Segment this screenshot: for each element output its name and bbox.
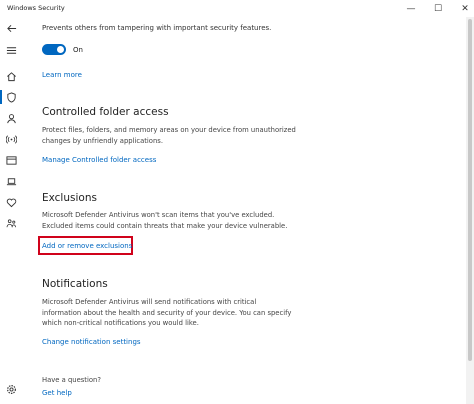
- minimize-icon: —: [406, 3, 416, 14]
- maximize-button[interactable]: ☐: [424, 0, 452, 17]
- controlled-folder-heading: Controlled folder access: [42, 106, 169, 118]
- exclusions-description: Microsoft Defender Antivirus won't scan …: [42, 210, 422, 231]
- controlled-folder-line-2: changes by unfriendly applications.: [42, 136, 163, 145]
- person-icon[interactable]: [0, 110, 22, 126]
- notifications-line-1: Microsoft Defender Antivirus will send n…: [42, 298, 257, 306]
- close-icon: ✕: [461, 3, 469, 14]
- manage-controlled-folder-link[interactable]: Manage Controlled folder access: [42, 156, 156, 164]
- exclusions-line-1: Microsoft Defender Antivirus won't scan …: [42, 211, 275, 219]
- window-title: Windows Security: [7, 4, 65, 12]
- main-content: Prevents others from tampering with impo…: [38, 17, 462, 404]
- home-icon[interactable]: [0, 68, 22, 84]
- nav-rail: [0, 17, 22, 404]
- wifi-antenna-icon[interactable]: [0, 131, 22, 147]
- notifications-description: Microsoft Defender Antivirus will send n…: [42, 297, 422, 329]
- browser-window-icon[interactable]: [0, 152, 22, 168]
- laptop-icon[interactable]: [0, 173, 22, 189]
- toggle-state-label: On: [73, 46, 83, 54]
- add-remove-exclusions-link[interactable]: Add or remove exclusions: [42, 242, 132, 250]
- heart-icon[interactable]: [0, 194, 22, 210]
- learn-more-link[interactable]: Learn more: [42, 71, 82, 79]
- get-help-link[interactable]: Get help: [42, 389, 72, 397]
- change-notification-settings-link[interactable]: Change notification settings: [42, 338, 141, 346]
- exclusions-heading: Exclusions: [42, 192, 97, 204]
- back-arrow-icon[interactable]: [0, 20, 22, 36]
- exclusions-line-2: Excluded items could contain threats tha…: [42, 221, 288, 230]
- notifications-line-3: which non-critical notifications you wou…: [42, 319, 199, 327]
- tamper-protection-toggle[interactable]: [42, 44, 66, 55]
- shield-icon[interactable]: [0, 89, 22, 105]
- maximize-icon: ☐: [433, 3, 443, 14]
- scrollbar-thumb[interactable]: [468, 19, 472, 361]
- settings-gear-icon[interactable]: [0, 381, 22, 397]
- notifications-heading: Notifications: [42, 278, 108, 290]
- tamper-protection-description: Prevents others from tampering with impo…: [42, 24, 272, 32]
- title-bar: Windows Security — ☐ ✕: [0, 0, 474, 17]
- notifications-line-2: information about the health and securit…: [42, 308, 292, 317]
- controlled-folder-description: Protect files, folders, and memory areas…: [42, 125, 422, 146]
- help-question: Have a question?: [42, 376, 101, 384]
- hamburger-menu-icon[interactable]: [0, 42, 22, 58]
- close-button[interactable]: ✕: [451, 0, 474, 17]
- minimize-button[interactable]: —: [397, 0, 425, 17]
- family-icon[interactable]: [0, 215, 22, 231]
- toggle-knob: [57, 46, 64, 53]
- controlled-folder-line-1: Protect files, folders, and memory areas…: [42, 126, 296, 134]
- vertical-scrollbar[interactable]: [466, 17, 474, 404]
